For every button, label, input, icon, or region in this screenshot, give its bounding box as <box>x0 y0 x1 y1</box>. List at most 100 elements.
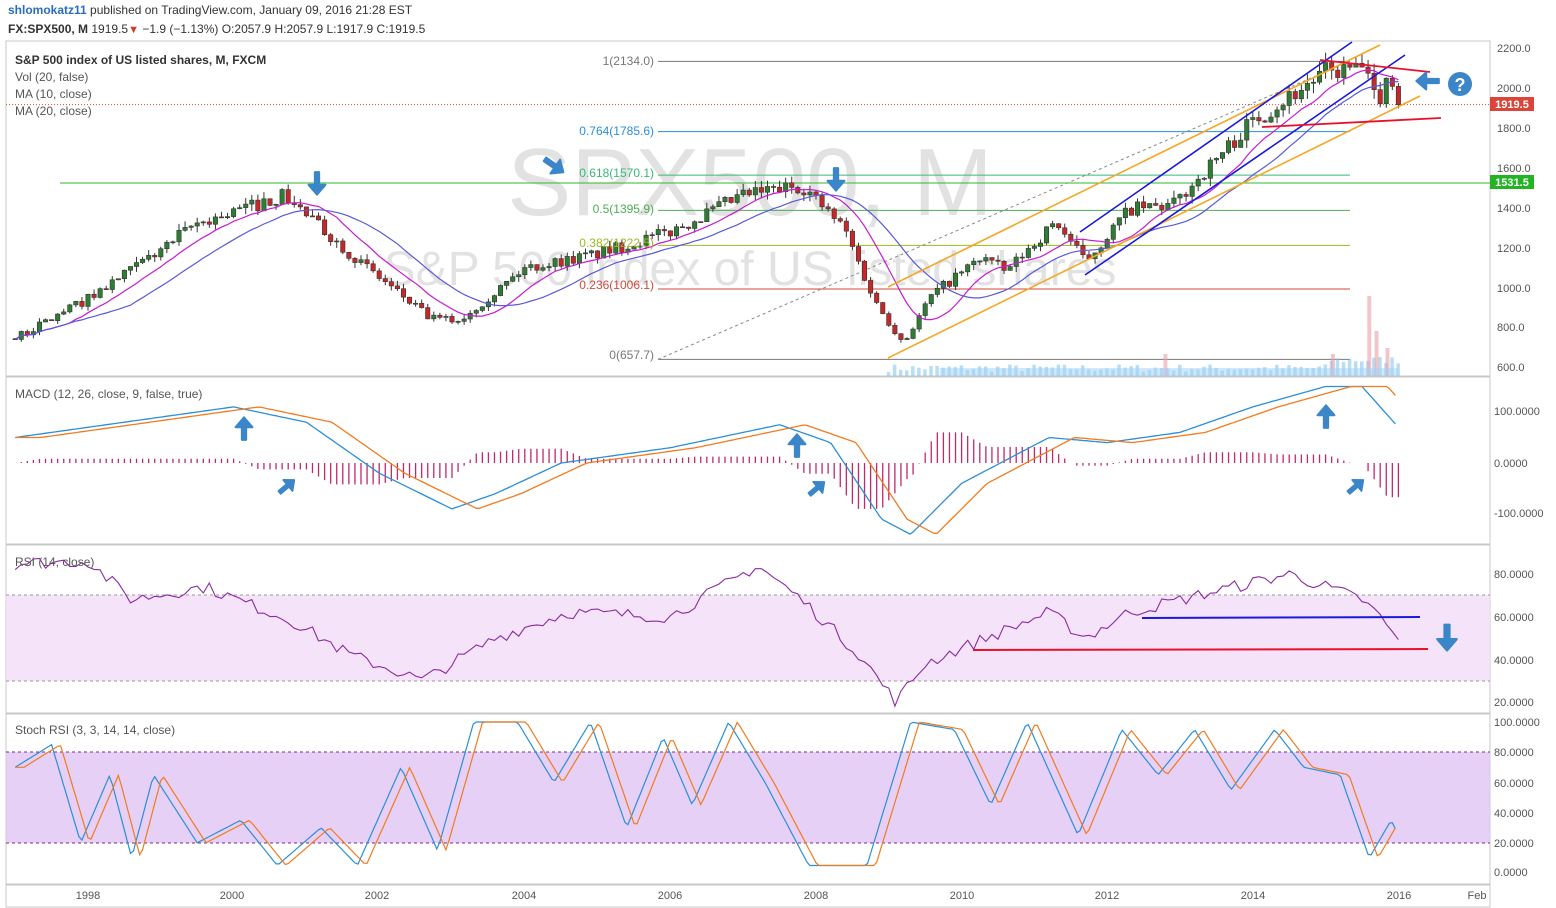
macd-legend[interactable]: MACD (12, 26, close, 9, false, true) <box>15 387 202 401</box>
candle-body <box>103 288 109 290</box>
open-label: O: <box>221 22 235 36</box>
question-mark: ? <box>1455 75 1466 95</box>
candle-body <box>419 302 425 308</box>
candle-body <box>1317 70 1323 83</box>
y-tick: 1000.0 <box>1497 283 1531 295</box>
candle-body <box>358 259 364 263</box>
candle-body <box>777 186 783 193</box>
x-tick: 2008 <box>804 890 828 902</box>
candle-body <box>127 266 133 271</box>
down-triangle-icon: ▼ <box>128 24 139 36</box>
y-tick: 1800.0 <box>1497 123 1531 135</box>
candle-body <box>995 259 1001 262</box>
candle-body <box>382 278 388 283</box>
candle-body <box>1323 62 1329 72</box>
candle-body <box>1262 120 1268 123</box>
candle-body <box>862 260 868 281</box>
x-tick: 2006 <box>658 890 682 902</box>
candle-body <box>49 319 55 321</box>
candle-body <box>1189 185 1195 197</box>
low-value: 1917.9 <box>336 22 374 36</box>
candle-body <box>680 226 686 229</box>
candle-body <box>449 316 455 323</box>
candle-body <box>61 311 67 315</box>
main-legend-title[interactable]: S&P 500 index of US listed shares, M, FX… <box>15 53 266 67</box>
author-link[interactable]: shlomokatz11 <box>8 3 87 17</box>
candle-body <box>837 218 843 222</box>
rsi-blue-line <box>1141 616 1421 619</box>
candle-body <box>801 192 807 196</box>
candle-body <box>716 201 722 208</box>
candle-body <box>212 216 218 225</box>
low-label: L: <box>326 22 337 36</box>
published-text: published on TradingView.com, January 09… <box>90 3 413 17</box>
stoch-y-tick: 60.0000 <box>1494 778 1534 790</box>
candle-body <box>425 307 431 320</box>
candle-body <box>97 288 103 298</box>
candle-body <box>922 303 928 316</box>
candle-body <box>728 197 734 203</box>
candle-body <box>55 313 61 321</box>
price-badge-text: 1919.5 <box>1495 99 1529 111</box>
vol-legend[interactable]: Vol (20, false) <box>15 70 88 84</box>
x-tick: 2004 <box>512 890 536 902</box>
stoch-y-tick: 40.0000 <box>1494 808 1534 820</box>
candle-body <box>1110 224 1116 240</box>
candle-body <box>297 204 303 208</box>
candle-body <box>346 251 352 259</box>
candle-body <box>1183 194 1189 197</box>
stoch-band <box>6 752 1490 843</box>
candle-body <box>546 266 552 268</box>
chart-area[interactable]: SPX500, M S&P 500 index of US listed sha… <box>0 40 1556 908</box>
candle-body <box>473 310 479 314</box>
rsi-legend[interactable]: RSI (14, close) <box>15 555 94 569</box>
candle-body <box>1395 86 1401 105</box>
candle-body <box>43 319 49 323</box>
candle-body <box>140 258 146 263</box>
candle-body <box>1147 203 1153 209</box>
fib-label-1: 1(2134.0) <box>603 54 654 68</box>
candle-body <box>267 198 273 206</box>
rsi-y-tick: 20.0000 <box>1494 697 1534 709</box>
price-change: −1.9 (−1.13%) <box>142 22 219 36</box>
candle-body <box>455 321 461 323</box>
x-tick: 2002 <box>365 890 389 902</box>
candle-body <box>1219 152 1225 159</box>
level-badge-text: 1531.5 <box>1495 177 1529 189</box>
x-tick: 1998 <box>76 890 100 902</box>
macd-y-tick: -100.0000 <box>1494 508 1544 520</box>
candle-body <box>831 208 837 219</box>
candle-body <box>983 257 989 262</box>
volume-bar <box>911 366 915 376</box>
ma10-legend[interactable]: MA (10, close) <box>15 87 92 101</box>
x-tick: 2010 <box>950 890 974 902</box>
candle-body <box>516 274 522 278</box>
candle-body <box>1383 77 1389 105</box>
candle-body <box>534 264 540 271</box>
candle-body <box>1007 266 1013 271</box>
candle-body <box>959 271 965 274</box>
candle-body <box>134 262 140 267</box>
candle-body <box>249 199 255 205</box>
ma20-legend[interactable]: MA (20, close) <box>15 104 92 118</box>
candle-body <box>510 276 516 282</box>
candle-body <box>231 208 237 217</box>
fib-label-05: 0.5(1395.9) <box>593 202 654 216</box>
candle-body <box>376 270 382 279</box>
stoch-legend[interactable]: Stoch RSI (3, 3, 14, 14, close) <box>15 723 175 737</box>
candle-body <box>1292 91 1298 100</box>
candle-body <box>843 220 849 232</box>
macd-y-tick: 0.0000 <box>1494 458 1528 470</box>
candle-body <box>1256 117 1262 122</box>
candle-body <box>1232 140 1238 148</box>
candle-body <box>370 263 376 272</box>
symbol-label[interactable]: FX:SPX500, M <box>8 22 88 36</box>
candle-body <box>570 256 576 264</box>
candle-body <box>1013 256 1019 267</box>
fib-label-0618: 0.618(1570.1) <box>579 166 654 180</box>
macd-pane[interactable] <box>5 376 1491 545</box>
candle-body <box>734 194 740 203</box>
volume-bar <box>892 364 897 376</box>
candle-body <box>1037 242 1043 247</box>
candle-body <box>1238 139 1244 148</box>
